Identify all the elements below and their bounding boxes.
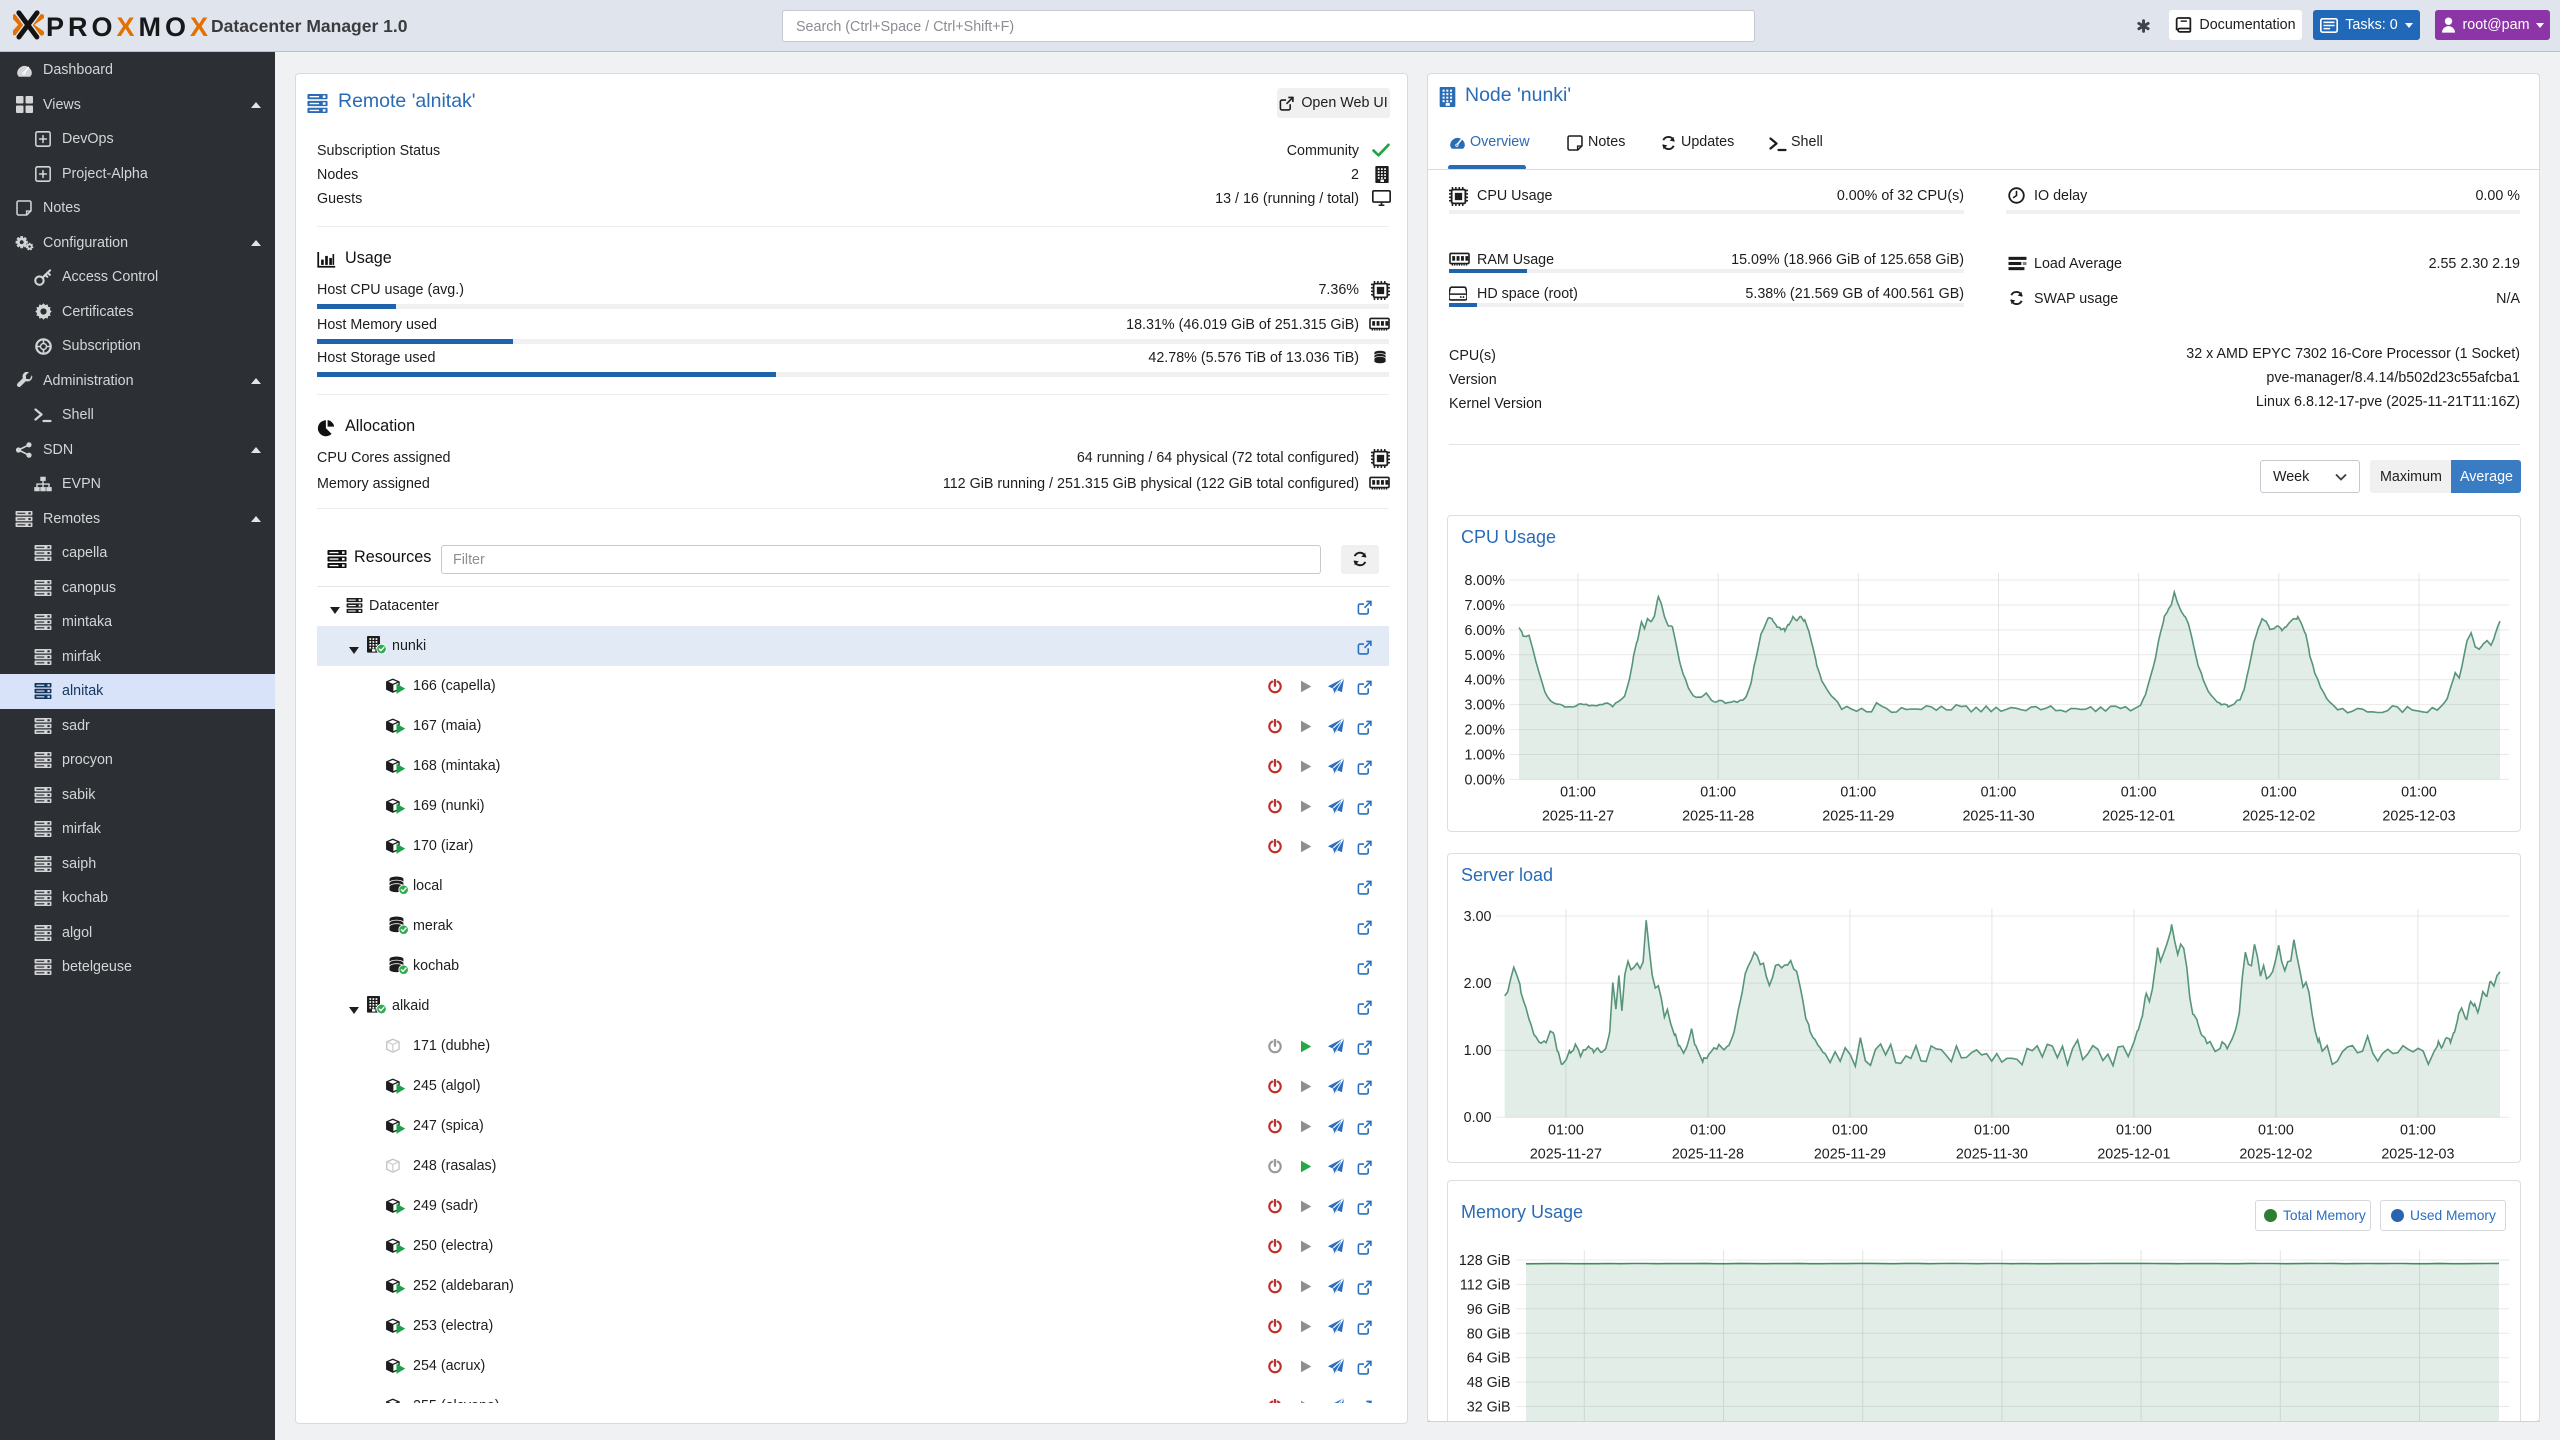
svg-text:01:00: 01:00 bbox=[2116, 1123, 2152, 1139]
svg-text:112 GiB: 112 GiB bbox=[1460, 1277, 1511, 1293]
svg-text:7.00%: 7.00% bbox=[1464, 598, 1505, 614]
svg-text:2025-12-02: 2025-12-02 bbox=[2239, 1147, 2312, 1163]
svg-text:01:00: 01:00 bbox=[2261, 785, 2297, 801]
svg-text:2.00%: 2.00% bbox=[1464, 723, 1505, 739]
svg-text:2025-12-03: 2025-12-03 bbox=[2382, 809, 2455, 825]
svg-text:01:00: 01:00 bbox=[1560, 785, 1596, 801]
svg-text:2025-11-30: 2025-11-30 bbox=[1956, 1147, 2028, 1163]
svg-text:1.00%: 1.00% bbox=[1464, 748, 1505, 764]
svg-text:0.00%: 0.00% bbox=[1464, 772, 1505, 788]
svg-text:01:00: 01:00 bbox=[1981, 785, 2017, 801]
svg-text:4.00%: 4.00% bbox=[1464, 673, 1505, 689]
svg-text:01:00: 01:00 bbox=[2400, 1123, 2436, 1139]
svg-text:01:00: 01:00 bbox=[1832, 1123, 1868, 1139]
svg-text:128 GiB: 128 GiB bbox=[1459, 1253, 1511, 1269]
svg-text:2025-11-28: 2025-11-28 bbox=[1682, 809, 1754, 825]
svg-text:01:00: 01:00 bbox=[1690, 1123, 1726, 1139]
svg-text:2.00: 2.00 bbox=[1464, 976, 1492, 992]
svg-text:2025-12-01: 2025-12-01 bbox=[2102, 809, 2175, 825]
svg-text:2025-11-30: 2025-11-30 bbox=[1962, 809, 2034, 825]
svg-text:96 GiB: 96 GiB bbox=[1467, 1302, 1511, 1318]
svg-text:2025-11-27: 2025-11-27 bbox=[1530, 1147, 1602, 1163]
svg-text:01:00: 01:00 bbox=[2401, 785, 2437, 801]
svg-text:2025-11-29: 2025-11-29 bbox=[1822, 809, 1894, 825]
svg-text:01:00: 01:00 bbox=[1840, 785, 1876, 801]
svg-text:32 GiB: 32 GiB bbox=[1467, 1400, 1511, 1416]
svg-text:01:00: 01:00 bbox=[2121, 785, 2157, 801]
svg-text:80 GiB: 80 GiB bbox=[1467, 1326, 1511, 1342]
svg-text:2025-12-01: 2025-12-01 bbox=[2097, 1147, 2170, 1163]
svg-text:64 GiB: 64 GiB bbox=[1467, 1351, 1511, 1367]
svg-text:2025-11-29: 2025-11-29 bbox=[1814, 1147, 1886, 1163]
svg-text:3.00%: 3.00% bbox=[1464, 698, 1505, 714]
svg-text:2025-11-27: 2025-11-27 bbox=[1542, 809, 1614, 825]
svg-text:6.00%: 6.00% bbox=[1464, 623, 1505, 639]
svg-text:01:00: 01:00 bbox=[2258, 1123, 2294, 1139]
svg-text:2025-12-02: 2025-12-02 bbox=[2242, 809, 2315, 825]
svg-text:8.00%: 8.00% bbox=[1464, 573, 1505, 589]
svg-text:0.00: 0.00 bbox=[1464, 1110, 1492, 1126]
svg-text:01:00: 01:00 bbox=[1974, 1123, 2010, 1139]
svg-text:2025-11-28: 2025-11-28 bbox=[1672, 1147, 1744, 1163]
svg-text:2025-12-03: 2025-12-03 bbox=[2381, 1147, 2454, 1163]
svg-text:1.00: 1.00 bbox=[1464, 1043, 1492, 1059]
svg-text:48 GiB: 48 GiB bbox=[1467, 1375, 1511, 1391]
svg-text:01:00: 01:00 bbox=[1700, 785, 1736, 801]
svg-text:01:00: 01:00 bbox=[1548, 1123, 1584, 1139]
svg-text:3.00: 3.00 bbox=[1464, 909, 1492, 925]
svg-text:5.00%: 5.00% bbox=[1464, 648, 1505, 664]
